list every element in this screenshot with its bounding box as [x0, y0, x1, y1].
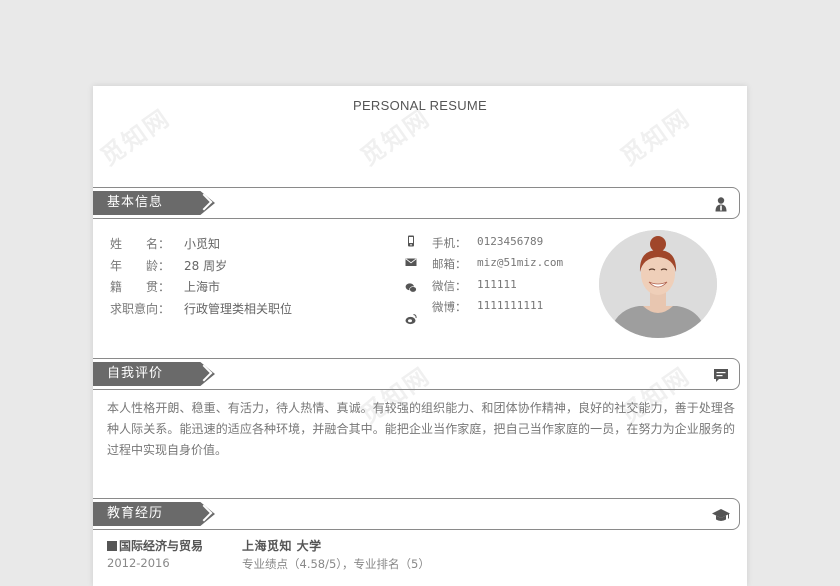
section-header-basic: 基本信息	[93, 187, 740, 219]
phone-icon	[408, 235, 414, 247]
contact-label: 微博：	[432, 300, 467, 314]
contact-value: 0123456789	[477, 235, 544, 248]
square-bullet-icon	[107, 541, 117, 551]
person-icon	[715, 197, 727, 212]
section-label-basic: 基本信息	[107, 195, 164, 210]
graduation-cap-icon	[712, 509, 730, 521]
section-header-self-eval: 自我评价	[93, 358, 740, 390]
contact-value: 111111	[477, 278, 517, 291]
info-label: 年 龄：	[110, 259, 171, 273]
education-gpa: 专业绩点（4.58/5），专业排名（5）	[242, 557, 430, 571]
mail-icon	[405, 258, 417, 266]
weibo-icon	[405, 314, 417, 325]
section-header-education: 教育经历	[93, 498, 740, 530]
self-evaluation-text: 本人性格开朗、稳重、有活力，待人热情、真诚。有较强的组织能力、和团体协作精神，良…	[107, 401, 735, 457]
section-label-self-eval: 自我评价	[107, 366, 164, 381]
info-value: 行政管理类相关职位	[184, 302, 293, 316]
education-school: 上海觅知 大学	[242, 539, 322, 553]
info-value: 小觅知	[184, 237, 221, 251]
info-label: 求职意向：	[110, 302, 171, 316]
contact-value: miz@51miz.com	[477, 256, 564, 269]
contact-value: 1111111111	[477, 299, 544, 312]
contact-label: 微信：	[432, 279, 467, 293]
contact-label: 邮箱：	[432, 257, 467, 271]
education-major: 国际经济与贸易	[107, 537, 203, 554]
contact-label: 手机：	[432, 236, 467, 250]
info-label: 籍 贯：	[110, 280, 171, 294]
chat-icon	[714, 369, 728, 382]
page-title: PERSONAL RESUME	[352, 98, 488, 113]
wechat-icon	[405, 283, 417, 293]
profile-photo	[599, 230, 717, 338]
info-value: 上海市	[184, 280, 221, 294]
info-label: 姓 名：	[110, 237, 171, 251]
resume-page: 觅知网 觅知网 觅知网 觅知网 觅知网 PERSONAL RESUME 基本信息…	[93, 86, 747, 586]
education-years: 2012-2016	[107, 556, 170, 570]
education-major-text: 国际经济与贸易	[119, 539, 204, 553]
section-label-education: 教育经历	[107, 506, 164, 521]
info-value: 28 周岁	[184, 259, 228, 273]
